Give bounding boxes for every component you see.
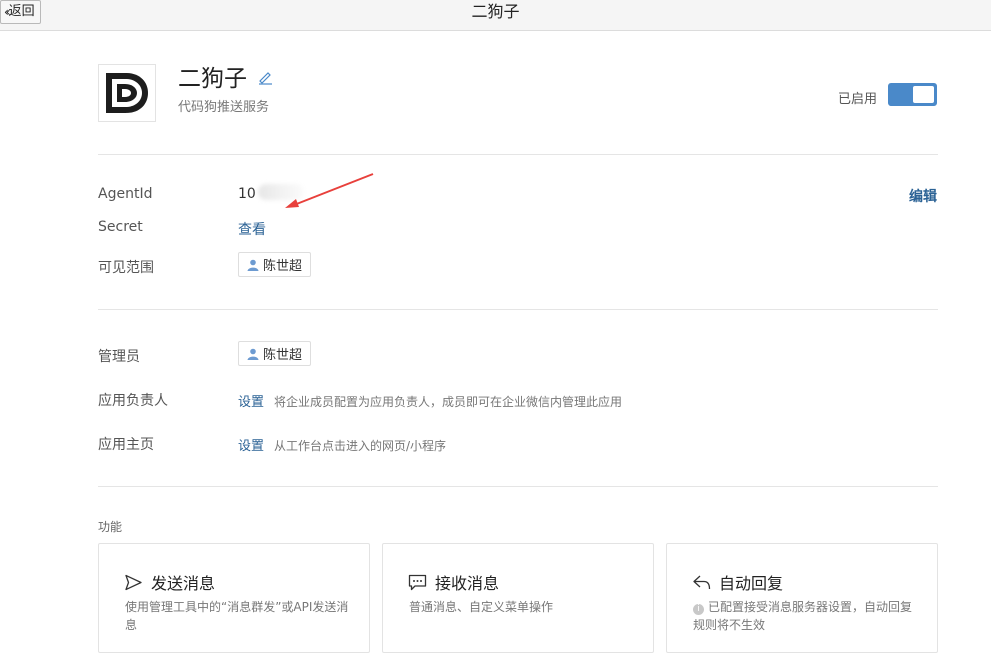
divider [98,309,938,310]
owner-hint: 将企业成员配置为应用负责人，成员即可在企业微信内管理此应用 [274,395,623,409]
admin-member-tag[interactable]: 陈世超 [238,341,312,366]
owner-set-link[interactable]: 设置 [238,391,264,410]
card-title: 自动回复 [719,574,784,593]
agentid-label: AgentId [98,186,153,202]
homepage-hint: 从工作台点击进入的网页/小程序 [274,439,447,453]
card-description: 普通消息、自定义菜单操作 [409,600,554,614]
homepage-set-link[interactable]: 设置 [238,435,264,454]
receive-message-card[interactable]: 接收消息 普通消息、自定义菜单操作 [382,543,654,653]
user-icon [247,348,259,360]
edit-pencil-icon[interactable] [257,69,273,85]
enable-toggle[interactable] [888,83,937,106]
app-name: 二狗子 [178,66,247,92]
app-description: 代码狗推送服务 [178,100,270,115]
redacted-agentid [258,184,304,200]
reply-icon [693,575,711,589]
owner-label: 应用负责人 [98,393,168,409]
app-logo-icon [106,73,148,113]
card-description: 使用管理工具中的“消息群发”或API发送消息 [125,600,349,632]
secret-label: Secret [98,219,143,235]
edit-link[interactable]: 编辑 [909,186,937,206]
toggle-knob [913,86,934,103]
visible-member-tag[interactable]: 陈世超 [238,252,312,277]
admin-member-name: 陈世超 [263,348,303,363]
owner-row: 设置 将企业成员配置为应用负责人，成员即可在企业微信内管理此应用 [238,391,622,410]
status-label: 已启用 [838,92,878,107]
user-icon [247,259,259,271]
divider [98,154,938,155]
features-section-title: 功能 [98,520,123,534]
divider [98,486,938,487]
card-description: i 已配置接受消息服务器设置，自动回复规则将不生效 [693,598,919,634]
send-message-card[interactable]: 发送消息 使用管理工具中的“消息群发”或API发送消息 [98,543,370,653]
card-title: 接收消息 [435,574,500,593]
card-title: 发送消息 [151,574,216,593]
homepage-row: 设置 从工作台点击进入的网页/小程序 [238,435,446,454]
view-secret-link[interactable]: 查看 [238,219,266,239]
visible-member-name: 陈世超 [263,259,303,274]
send-icon [125,574,142,590]
chat-icon [408,574,427,590]
page-title: 二狗子 [471,2,520,21]
top-bar: ‹‹ 返回 二狗子 [0,0,991,31]
app-logo [98,64,156,122]
info-icon: i [693,604,704,615]
visible-range-label: 可见范围 [98,260,154,276]
auto-reply-card[interactable]: 自动回复 i 已配置接受消息服务器设置，自动回复规则将不生效 [666,543,938,653]
agentid-value: 10 [238,186,256,202]
admin-label: 管理员 [98,349,140,365]
card-description-text: 已配置接受消息服务器设置，自动回复规则将不生效 [693,600,913,632]
homepage-label: 应用主页 [98,437,154,453]
